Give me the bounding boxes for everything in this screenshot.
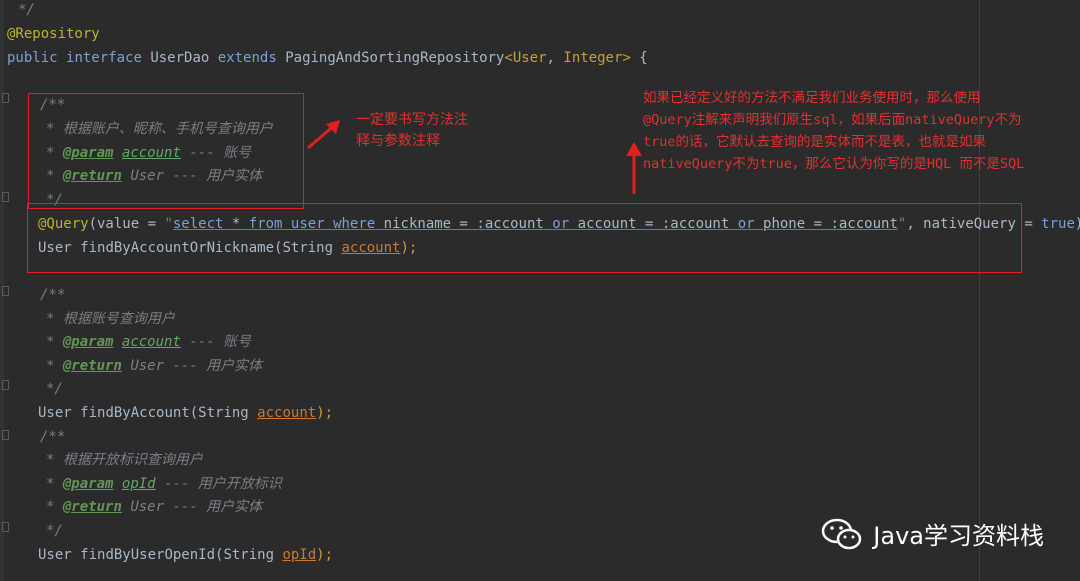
fold-marker[interactable] xyxy=(2,93,9,103)
comment-star: * xyxy=(46,476,55,492)
comma: , xyxy=(546,50,555,66)
javadoc-tag: @param xyxy=(62,334,114,350)
param-name: account xyxy=(257,405,317,421)
javadoc-tag: @return xyxy=(62,358,122,374)
fold-marker[interactable] xyxy=(2,522,9,532)
note-line: 如果已经定义好的方法不满足我们业务使用时，那么使用 xyxy=(643,90,981,106)
javadoc-highlight-box xyxy=(28,93,304,209)
return-type: User xyxy=(38,547,72,563)
note-query-explanation: 如果已经定义好的方法不满足我们业务使用时，那么使用 @Query注解来声明我们原… xyxy=(643,87,1024,175)
fold-marker[interactable] xyxy=(2,286,9,296)
javadoc-tag: @return xyxy=(62,499,122,515)
keyword: public xyxy=(7,50,58,66)
fold-marker[interactable] xyxy=(2,380,9,390)
keyword: interface xyxy=(66,50,142,66)
comment-end: */ xyxy=(18,2,35,18)
generic-type: User xyxy=(512,50,547,66)
javadoc-param-line: * @param opId --- 用户开放标识 xyxy=(46,474,282,494)
method-name: findByAccount xyxy=(80,405,190,421)
method-declaration: User findByAccount(String account); xyxy=(38,403,333,423)
javadoc-open: /** xyxy=(40,287,66,303)
javadoc-return-line: * @return User --- 用户实体 xyxy=(46,356,262,376)
interface-declaration: public interface UserDao extends PagingA… xyxy=(7,48,648,68)
return-type: User xyxy=(38,405,72,421)
javadoc-param-desc: --- 用户开放标识 xyxy=(164,476,282,492)
javadoc-description: * 根据账号查询用户 xyxy=(46,311,175,327)
method-name: findByUserOpenId xyxy=(80,547,216,563)
note-line: @Query注解来声明我们原生sql，如果后面nativeQuery不为 xyxy=(643,112,1022,128)
javadoc-tag: @param xyxy=(62,476,114,492)
wechat-icon xyxy=(822,518,862,549)
note-line: true的话，它默认去查询的是实体而不是表，也就是如果 xyxy=(643,134,987,150)
watermark-text: Java学习资料栈 xyxy=(873,522,1044,550)
comment-star: * xyxy=(46,499,55,515)
note-line: nativeQuery不为true，那么它认为你写的是HQL 而不是SQL xyxy=(643,156,1025,172)
param-name: opId xyxy=(282,547,317,563)
statement-end: ); xyxy=(316,405,334,421)
note-line: 释与参数注释 xyxy=(356,133,440,149)
javadoc-return-desc: User --- 用户实体 xyxy=(130,358,263,374)
javadoc-return-desc: User --- 用户实体 xyxy=(130,499,263,515)
javadoc-param-name: account xyxy=(121,334,181,350)
annotation-repository: @Repository xyxy=(7,26,100,42)
generic-bracket: > xyxy=(622,50,631,66)
fold-marker[interactable] xyxy=(2,192,9,202)
comment-star: * xyxy=(46,334,55,350)
javadoc-param-line: * @param account --- 账号 xyxy=(46,332,251,352)
javadoc-description: * 根据开放标识查询用户 xyxy=(46,452,203,468)
keyword: extends xyxy=(217,50,277,66)
statement-end: ); xyxy=(316,547,334,563)
javadoc-close: */ xyxy=(46,523,63,539)
javadoc-open: /** xyxy=(40,429,66,445)
param-type: (String xyxy=(215,547,283,563)
javadoc-param-desc: --- 账号 xyxy=(189,334,252,350)
generic-bracket: < xyxy=(504,50,513,66)
param-type: (String xyxy=(189,405,258,421)
query-close: ) xyxy=(1075,216,1080,232)
note-comment-reminder: 一定要书写方法注 释与参数注释 xyxy=(356,110,468,152)
note-line: 一定要书写方法注 xyxy=(356,112,468,128)
interface-name: UserDao xyxy=(150,50,210,66)
open-brace: { xyxy=(639,50,648,66)
javadoc-return-line: * @return User --- 用户实体 xyxy=(46,497,262,517)
arrow-icon xyxy=(307,120,340,150)
parent-type: PagingAndSortingRepository xyxy=(285,50,505,66)
comment-star: * xyxy=(46,358,55,374)
fold-marker[interactable] xyxy=(2,430,9,440)
javadoc-param-name: opId xyxy=(121,476,156,492)
javadoc-close: */ xyxy=(46,381,63,397)
method-declaration: User findByUserOpenId(String opId); xyxy=(38,545,333,565)
generic-type: Integer xyxy=(563,50,623,66)
query-highlight-box xyxy=(27,203,1022,273)
watermark: Java学习资料栈 xyxy=(821,516,1044,551)
keyword-true: true xyxy=(1041,216,1075,232)
